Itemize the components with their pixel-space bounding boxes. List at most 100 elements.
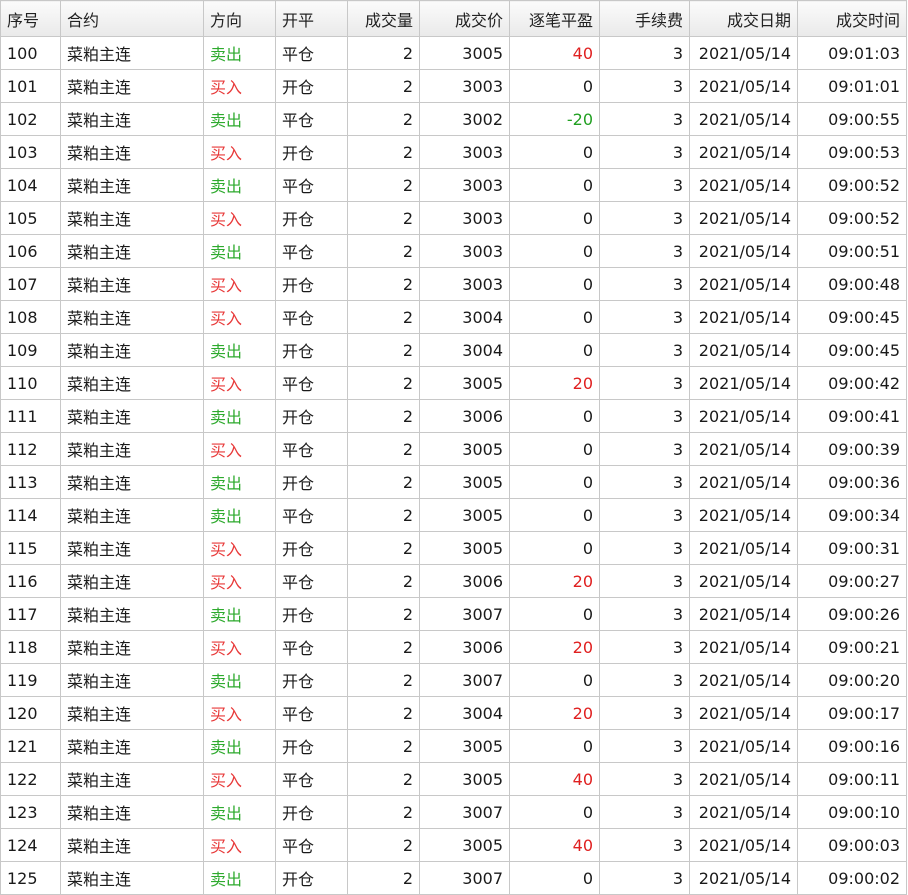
table-row[interactable]: 110 菜粕主连 买入 平仓 2 3005 20 3 2021/05/14 09:00:42	[0, 366, 907, 400]
cell-instrument: 菜粕主连	[60, 696, 204, 730]
cell-fee: 3	[599, 36, 690, 70]
table-row[interactable]: 111 菜粕主连 卖出 开仓 2 3006 0 3 2021/05/14 09:00:41	[0, 399, 907, 433]
table-row[interactable]: 106 菜粕主连 卖出 平仓 2 3003 0 3 2021/05/14 09:00:51	[0, 234, 907, 268]
cell-direction: 买入	[203, 630, 276, 664]
table-row[interactable]: 105 菜粕主连 买入 开仓 2 3003 0 3 2021/05/14 09:00:52	[0, 201, 907, 235]
cell-open-close: 平仓	[275, 432, 348, 466]
cell-price: 3004	[419, 333, 510, 367]
table-row[interactable]: 114 菜粕主连 卖出 平仓 2 3005 0 3 2021/05/14 09:00:34	[0, 498, 907, 532]
table-row[interactable]: 104 菜粕主连 卖出 平仓 2 3003 0 3 2021/05/14 09:00:52	[0, 168, 907, 202]
cell-instrument: 菜粕主连	[60, 795, 204, 829]
cell-fee: 3	[599, 762, 690, 796]
cell-time: 09:00:26	[797, 597, 907, 631]
table-row[interactable]: 115 菜粕主连 买入 开仓 2 3005 0 3 2021/05/14 09:00:31	[0, 531, 907, 565]
table-row[interactable]: 121 菜粕主连 卖出 开仓 2 3005 0 3 2021/05/14 09:00:16	[0, 729, 907, 763]
table-row[interactable]: 112 菜粕主连 买入 平仓 2 3005 0 3 2021/05/14 09:00:39	[0, 432, 907, 466]
cell-seq: 107	[0, 267, 61, 301]
cell-pnl: 40	[509, 36, 600, 70]
cell-price: 3007	[419, 861, 510, 895]
cell-open-close: 平仓	[275, 366, 348, 400]
cell-time: 09:00:55	[797, 102, 907, 136]
table-row[interactable]: 100 菜粕主连 卖出 平仓 2 3005 40 3 2021/05/14 09:01:03	[0, 36, 907, 70]
cell-seq: 105	[0, 201, 61, 235]
cell-price: 3004	[419, 300, 510, 334]
table-row[interactable]: 120 菜粕主连 买入 平仓 2 3004 20 3 2021/05/14 09:00:17	[0, 696, 907, 730]
cell-volume: 2	[347, 333, 420, 367]
cell-seq: 123	[0, 795, 61, 829]
cell-seq: 106	[0, 234, 61, 268]
cell-volume: 2	[347, 102, 420, 136]
cell-date: 2021/05/14	[689, 531, 798, 565]
cell-pnl: 0	[509, 531, 600, 565]
cell-date: 2021/05/14	[689, 366, 798, 400]
table-row[interactable]: 108 菜粕主连 买入 平仓 2 3004 0 3 2021/05/14 09:00:45	[0, 300, 907, 334]
cell-seq: 122	[0, 762, 61, 796]
cell-instrument: 菜粕主连	[60, 597, 204, 631]
table-row[interactable]: 125 菜粕主连 卖出 开仓 2 3007 0 3 2021/05/14 09:00:02	[0, 861, 907, 895]
cell-open-close: 开仓	[275, 597, 348, 631]
cell-pnl: 0	[509, 300, 600, 334]
cell-time: 09:00:20	[797, 663, 907, 697]
cell-price: 3005	[419, 366, 510, 400]
table-row[interactable]: 118 菜粕主连 买入 平仓 2 3006 20 3 2021/05/14 09:00:21	[0, 630, 907, 664]
header-direction[interactable]: 方向	[203, 0, 276, 37]
cell-pnl: 20	[509, 366, 600, 400]
table-row[interactable]: 123 菜粕主连 卖出 开仓 2 3007 0 3 2021/05/14 09:00:10	[0, 795, 907, 829]
table-row[interactable]: 124 菜粕主连 买入 平仓 2 3005 40 3 2021/05/14 09:00:03	[0, 828, 907, 862]
cell-volume: 2	[347, 597, 420, 631]
cell-date: 2021/05/14	[689, 36, 798, 70]
cell-seq: 121	[0, 729, 61, 763]
header-date[interactable]: 成交日期	[689, 0, 798, 37]
cell-seq: 116	[0, 564, 61, 598]
cell-price: 3005	[419, 828, 510, 862]
header-volume[interactable]: 成交量	[347, 0, 420, 37]
cell-direction: 买入	[203, 432, 276, 466]
header-seq[interactable]: 序号	[0, 0, 61, 37]
cell-volume: 2	[347, 498, 420, 532]
table-row[interactable]: 107 菜粕主连 买入 开仓 2 3003 0 3 2021/05/14 09:00:48	[0, 267, 907, 301]
cell-instrument: 菜粕主连	[60, 300, 204, 334]
table-row[interactable]: 109 菜粕主连 卖出 开仓 2 3004 0 3 2021/05/14 09:00:45	[0, 333, 907, 367]
table-row[interactable]: 113 菜粕主连 卖出 开仓 2 3005 0 3 2021/05/14 09:00:36	[0, 465, 907, 499]
header-open-close[interactable]: 开平	[275, 0, 348, 37]
cell-time: 09:00:45	[797, 300, 907, 334]
cell-volume: 2	[347, 828, 420, 862]
table-row[interactable]: 119 菜粕主连 卖出 开仓 2 3007 0 3 2021/05/14 09:00:20	[0, 663, 907, 697]
cell-time: 09:00:36	[797, 465, 907, 499]
cell-open-close: 开仓	[275, 531, 348, 565]
cell-instrument: 菜粕主连	[60, 399, 204, 433]
cell-time: 09:00:10	[797, 795, 907, 829]
table-row[interactable]: 122 菜粕主连 买入 平仓 2 3005 40 3 2021/05/14 09:00:11	[0, 762, 907, 796]
header-pnl[interactable]: 逐笔平盈	[509, 0, 600, 37]
cell-time: 09:00:53	[797, 135, 907, 169]
cell-instrument: 菜粕主连	[60, 267, 204, 301]
cell-price: 3003	[419, 135, 510, 169]
cell-open-close: 平仓	[275, 762, 348, 796]
table-row[interactable]: 117 菜粕主连 卖出 开仓 2 3007 0 3 2021/05/14 09:00:26	[0, 597, 907, 631]
table-row[interactable]: 116 菜粕主连 买入 平仓 2 3006 20 3 2021/05/14 09:00:27	[0, 564, 907, 598]
table-row[interactable]: 102 菜粕主连 卖出 平仓 2 3002 -20 3 2021/05/14 09:00:55	[0, 102, 907, 136]
header-time[interactable]: 成交时间	[797, 0, 907, 37]
table-row[interactable]: 103 菜粕主连 买入 开仓 2 3003 0 3 2021/05/14 09:00:53	[0, 135, 907, 169]
header-price[interactable]: 成交价	[419, 0, 510, 37]
header-instrument[interactable]: 合约	[60, 0, 204, 37]
cell-price: 3003	[419, 267, 510, 301]
cell-date: 2021/05/14	[689, 465, 798, 499]
table-row[interactable]: 101 菜粕主连 买入 开仓 2 3003 0 3 2021/05/14 09:01:01	[0, 69, 907, 103]
cell-time: 09:00:16	[797, 729, 907, 763]
cell-time: 09:00:31	[797, 531, 907, 565]
cell-instrument: 菜粕主连	[60, 234, 204, 268]
cell-fee: 3	[599, 399, 690, 433]
cell-direction: 卖出	[203, 333, 276, 367]
cell-direction: 卖出	[203, 861, 276, 895]
header-fee[interactable]: 手续费	[599, 0, 690, 37]
cell-volume: 2	[347, 366, 420, 400]
cell-date: 2021/05/14	[689, 762, 798, 796]
cell-time: 09:00:34	[797, 498, 907, 532]
cell-direction: 卖出	[203, 663, 276, 697]
cell-instrument: 菜粕主连	[60, 465, 204, 499]
cell-instrument: 菜粕主连	[60, 630, 204, 664]
cell-pnl: 0	[509, 267, 600, 301]
cell-seq: 104	[0, 168, 61, 202]
cell-volume: 2	[347, 531, 420, 565]
